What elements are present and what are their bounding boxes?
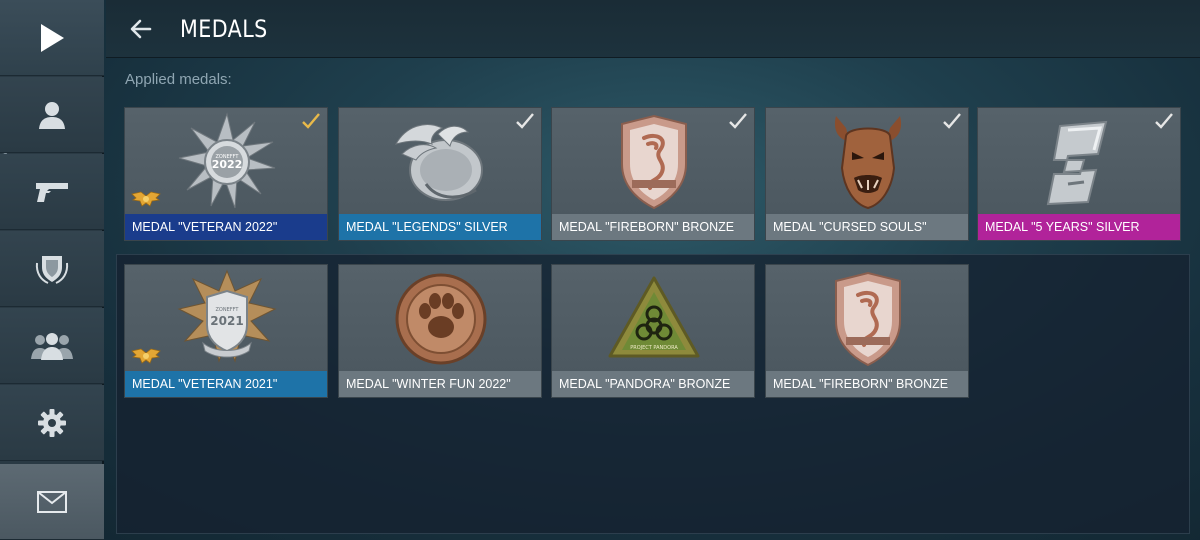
legends-medal-icon [339, 108, 541, 216]
mail-icon [37, 490, 67, 513]
sidebar-item-profile[interactable] [0, 77, 104, 153]
sidebar-item-mail[interactable] [0, 464, 104, 540]
medal-label: MEDAL "VETERAN 2022" [125, 214, 327, 240]
sidebar-item-team[interactable] [0, 308, 104, 384]
medal-card[interactable]: MEDAL "FIREBORN" BRONZE [765, 264, 969, 398]
medal-label: MEDAL "PANDORA" BRONZE [552, 371, 754, 397]
pandora-badge-text: PROJECT PANDORA [630, 345, 678, 351]
wings-badge-icon [131, 190, 161, 210]
play-button[interactable] [0, 0, 104, 76]
cursed-souls-medal-icon [766, 108, 968, 216]
profile-icon [37, 100, 67, 130]
sidebar [0, 0, 104, 540]
medal-card[interactable]: MEDAL "CURSED SOULS" [765, 107, 969, 241]
medal-card[interactable]: PROJECT PANDORA MEDAL "PANDORA" BRONZE [551, 264, 755, 398]
medal-card[interactable]: MEDAL "FIREBORN" BRONZE [551, 107, 755, 241]
medal-label: MEDAL "VETERAN 2021" [125, 371, 327, 397]
header-bar: MEDALS [106, 0, 1200, 58]
medal-label: MEDAL "LEGENDS" SILVER [339, 214, 541, 240]
medal-label: MEDAL "FIREBORN" BRONZE [766, 371, 968, 397]
shield-icon [35, 253, 69, 285]
veteran-2021-year-text: 2021 [210, 314, 243, 328]
medal-card[interactable]: MEDAL "WINTER FUN 2022" [338, 264, 542, 398]
fireborn-medal-icon [766, 265, 968, 373]
fireborn-medal-icon [552, 108, 754, 216]
medal-card[interactable]: MEDAL "LEGENDS" SILVER [338, 107, 542, 241]
team-icon [30, 332, 74, 360]
back-arrow-icon[interactable] [128, 16, 154, 42]
winter-fun-medal-icon [339, 265, 541, 373]
medal-card[interactable]: ZONEFFT 2022 MEDAL "VETERAN 2022" [124, 107, 328, 241]
medal-label: MEDAL "CURSED SOULS" [766, 214, 968, 240]
medal-label: MEDAL "WINTER FUN 2022" [339, 371, 541, 397]
play-icon [39, 23, 65, 53]
medal-label: MEDAL "5 YEARS" SILVER [978, 214, 1180, 240]
applied-check-icon [1154, 112, 1174, 130]
applied-check-icon [515, 112, 535, 130]
veteran-2022-year-text: 2022 [212, 158, 243, 171]
pandora-medal-icon: PROJECT PANDORA [552, 265, 754, 373]
applied-medals-label: Applied medals: [125, 71, 232, 88]
sidebar-item-settings[interactable] [0, 385, 104, 461]
veteran-2021-top-text: ZONEFFT [216, 307, 240, 313]
applied-check-icon [728, 112, 748, 130]
medal-card[interactable]: ZONEFFT 2021 MEDAL "VETERAN 2021" [124, 264, 328, 398]
page-title: MEDALS [180, 15, 268, 43]
gear-icon [37, 408, 67, 438]
sidebar-item-weapons[interactable] [0, 154, 104, 230]
medal-card[interactable]: MEDAL "5 YEARS" SILVER [977, 107, 1181, 241]
five-years-medal-icon [978, 108, 1180, 216]
sidebar-item-medals[interactable] [0, 231, 104, 307]
wings-badge-icon [131, 347, 161, 367]
pistol-icon [35, 180, 69, 204]
applied-check-icon [301, 112, 321, 130]
applied-check-icon [942, 112, 962, 130]
medal-label: MEDAL "FIREBORN" BRONZE [552, 214, 754, 240]
